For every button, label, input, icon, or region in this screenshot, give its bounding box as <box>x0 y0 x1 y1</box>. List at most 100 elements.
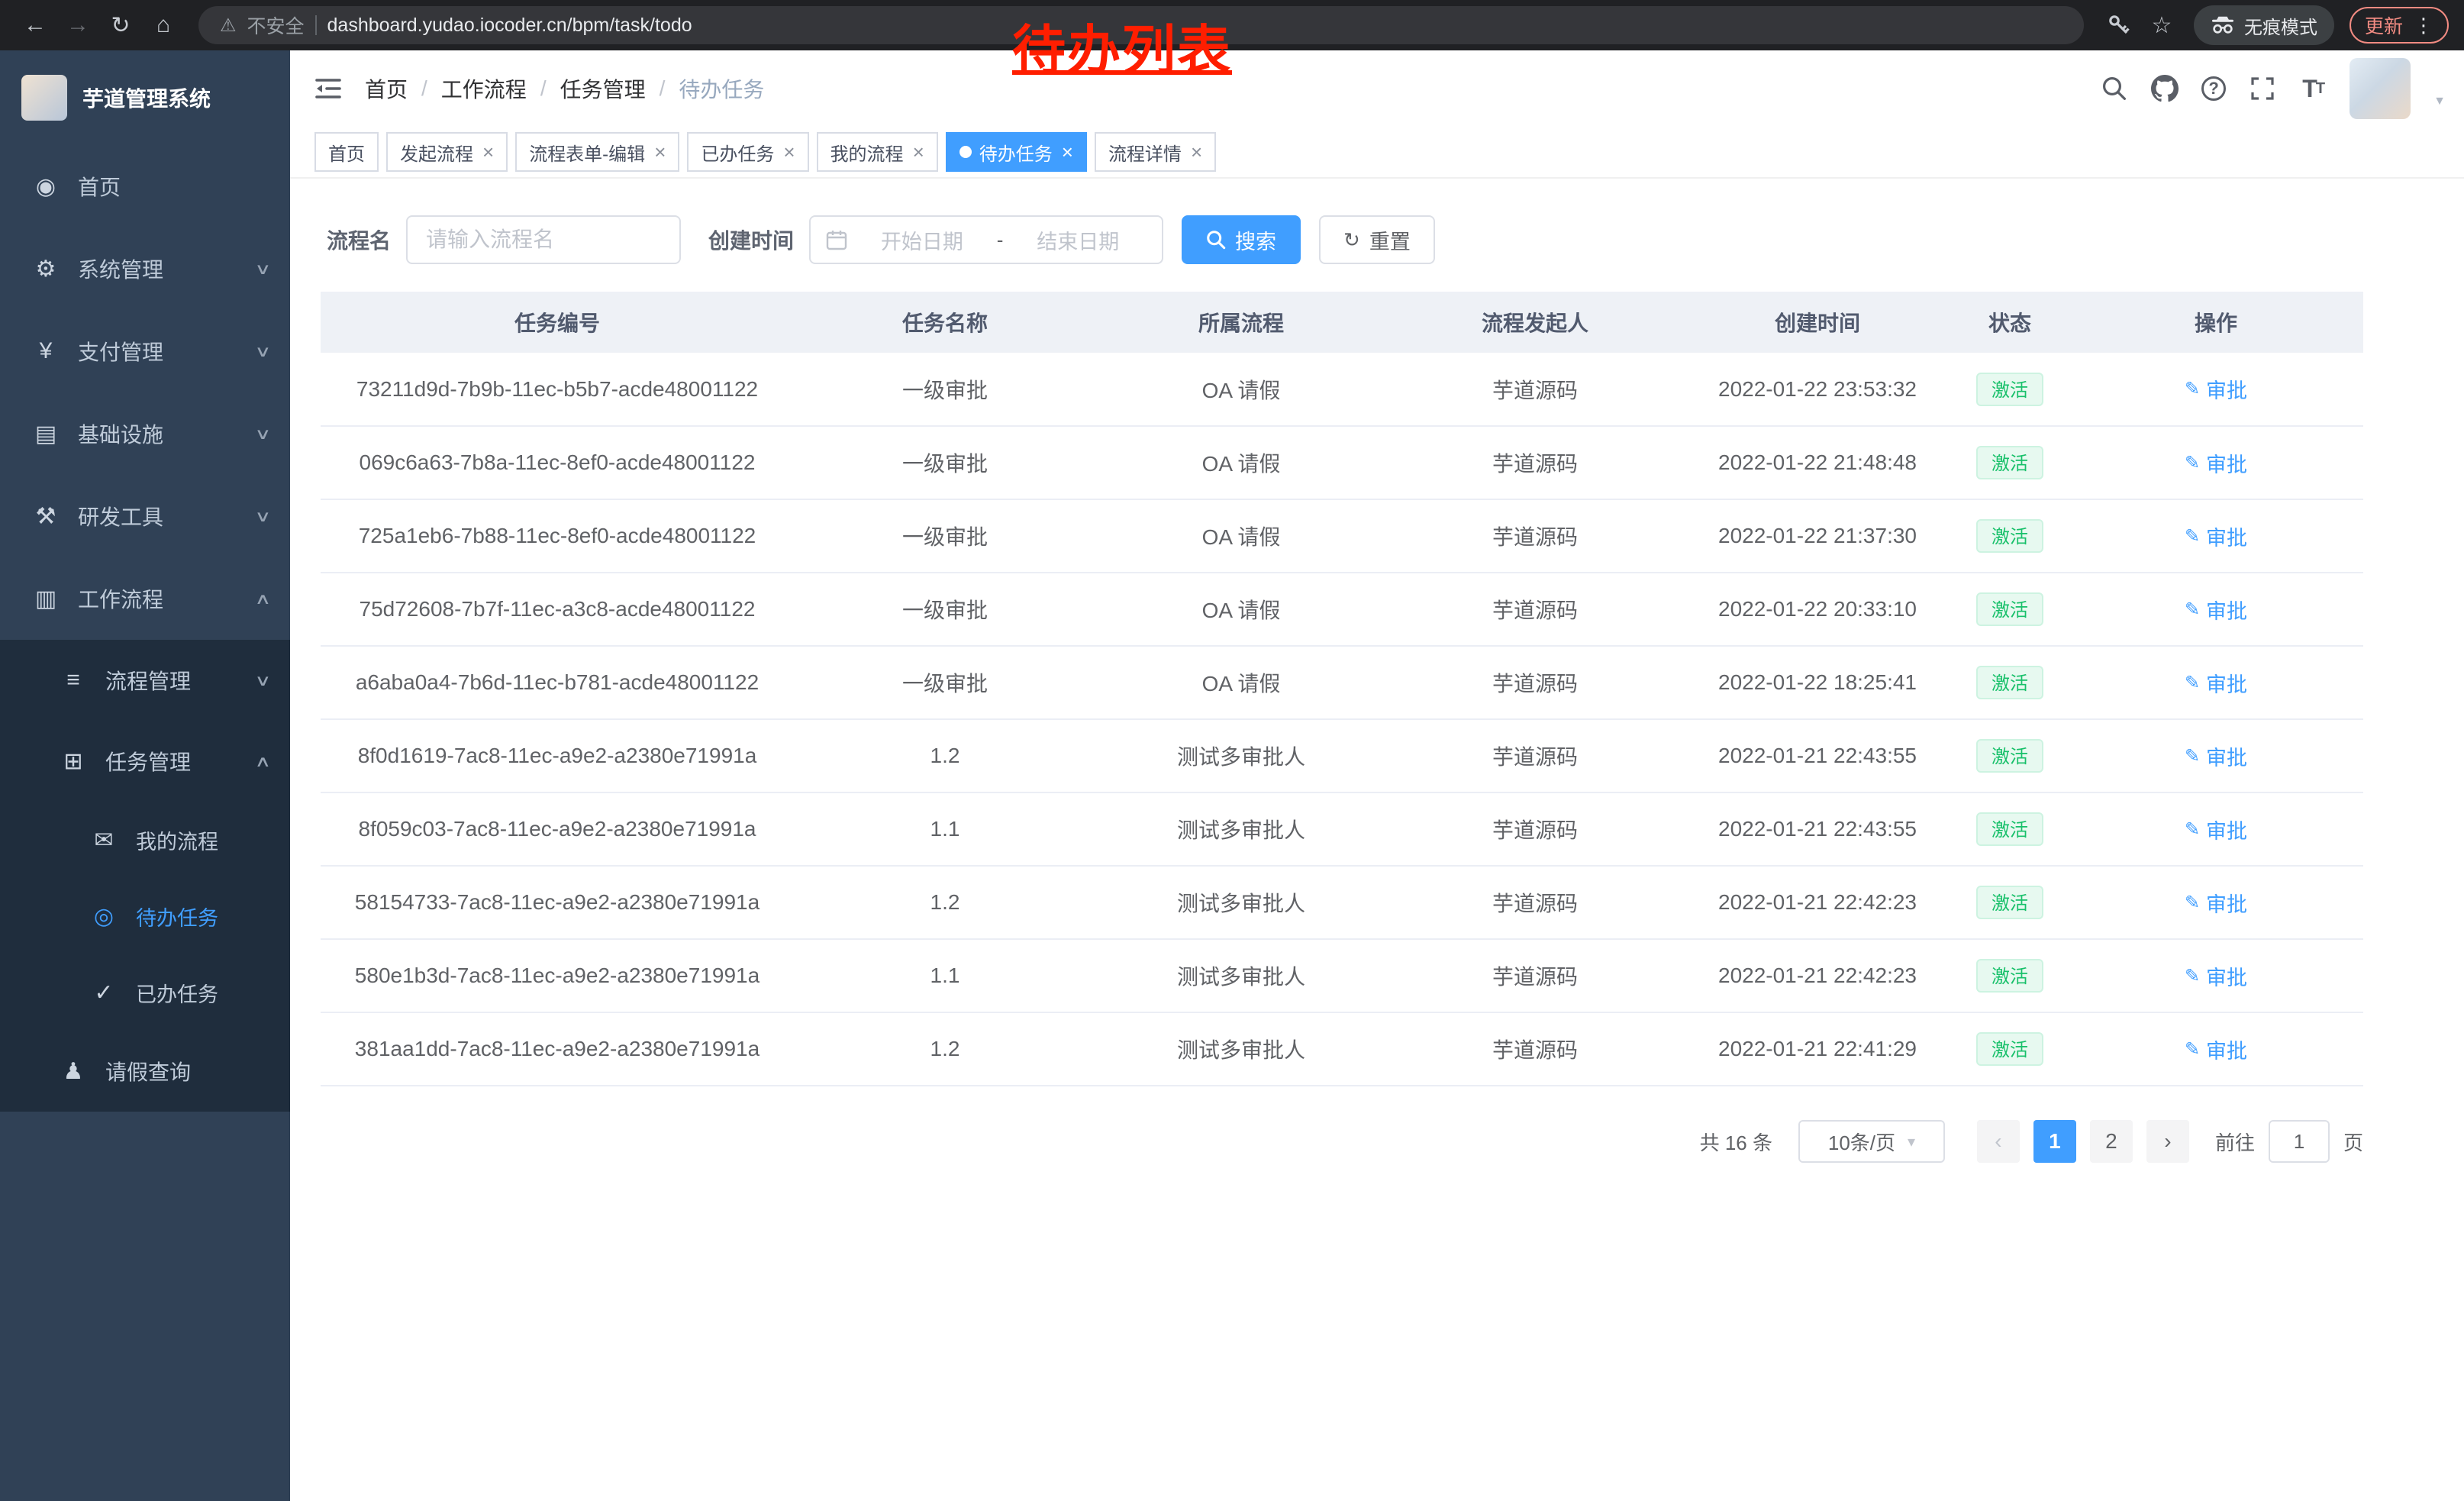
approve-link[interactable]: ✎审批 <box>2185 448 2247 478</box>
chevron-down-icon: ∨ <box>255 342 272 361</box>
tab-close-icon[interactable]: × <box>1062 142 1073 162</box>
page-button-2[interactable]: 2 <box>2090 1120 2133 1163</box>
sidebar-toggle-icon[interactable] <box>314 77 342 100</box>
sidebar-item-devtools[interactable]: ⚒ 研发工具 ∨ <box>0 475 290 557</box>
approve-link[interactable]: ✎审批 <box>2185 595 2247 625</box>
approve-link[interactable]: ✎审批 <box>2185 521 2247 551</box>
process-cell: OA 请假 <box>1096 646 1386 719</box>
process-name-input[interactable] <box>406 215 681 264</box>
tools-icon: ⚒ <box>27 503 64 530</box>
browser-menu-icon[interactable]: ⋮ <box>2414 14 2433 37</box>
sidebar-item-my-process[interactable]: ✉ 我的流程 <box>0 802 290 878</box>
sidebar-item-workflow[interactable]: ▥ 工作流程 ∧ <box>0 557 290 640</box>
breadcrumb: 首页 / 工作流程 / 任务管理 / 待办任务 <box>365 73 764 104</box>
next-page-button[interactable]: › <box>2146 1120 2189 1163</box>
tab-close-icon[interactable]: × <box>913 142 924 162</box>
approve-link[interactable]: ✎审批 <box>2185 1035 2247 1064</box>
tab-close-icon[interactable]: × <box>654 142 666 162</box>
sidebar-item-system[interactable]: ⚙ 系统管理 ∨ <box>0 228 290 310</box>
user-icon: ♟ <box>55 1058 92 1085</box>
sidebar-item-label: 研发工具 <box>78 501 163 531</box>
sidebar-item-infrastructure[interactable]: ▤ 基础设施 ∨ <box>0 392 290 475</box>
page-unit-label: 页 <box>2343 1128 2363 1156</box>
sidebar-item-payment[interactable]: ¥ 支付管理 ∨ <box>0 310 290 392</box>
tab-process-detail[interactable]: 流程详情 × <box>1095 132 1216 172</box>
tab-close-icon[interactable]: × <box>1191 142 1202 162</box>
tab-start-process[interactable]: 发起流程 × <box>386 132 508 172</box>
reload-icon[interactable]: ↻ <box>101 5 140 45</box>
github-icon[interactable] <box>2151 73 2179 104</box>
status-badge: 激活 <box>1976 446 2043 479</box>
sidebar-item-label: 已办任务 <box>136 978 218 1008</box>
sidebar-item-home[interactable]: ◉ 首页 <box>0 145 290 228</box>
help-icon[interactable]: ? <box>2201 76 2226 101</box>
tab-home[interactable]: 首页 <box>314 132 379 172</box>
chevron-down-icon: ∨ <box>255 424 272 444</box>
created-cell: 2022-01-21 22:43:55 <box>1684 719 1951 792</box>
approve-link[interactable]: ✎审批 <box>2185 815 2247 844</box>
approve-link[interactable]: ✎审批 <box>2185 668 2247 698</box>
action-cell: ✎审批 <box>2069 866 2363 939</box>
bookmark-star-icon[interactable]: ☆ <box>2142 5 2182 45</box>
search-icon[interactable] <box>2101 73 2128 104</box>
home-icon[interactable]: ⌂ <box>144 5 183 45</box>
sidebar-item-todo-tasks[interactable]: ◎ 待办任务 <box>0 878 290 954</box>
page-size-select[interactable]: 10条/页 ▾ <box>1798 1120 1945 1163</box>
tab-done-tasks[interactable]: 已办任务 × <box>687 132 808 172</box>
task-name-cell: 一级审批 <box>794 499 1096 573</box>
table-row: 8f0d1619-7ac8-11ec-a9e2-a2380e71991a 1.2… <box>321 719 2363 792</box>
approve-link-label: 审批 <box>2206 521 2247 551</box>
tab-close-icon[interactable]: × <box>783 142 795 162</box>
search-button[interactable]: 搜索 <box>1182 215 1301 264</box>
goto-page-input[interactable] <box>2269 1120 2330 1163</box>
edit-icon: ✎ <box>2185 452 2200 474</box>
reset-button[interactable]: ↻ 重置 <box>1319 215 1435 264</box>
tab-close-icon[interactable]: × <box>482 142 494 162</box>
approve-link-label: 审批 <box>2206 961 2247 991</box>
process-name-label: 流程名 <box>327 224 391 255</box>
initiator-cell: 芋道源码 <box>1386 573 1684 646</box>
tab-label: 待办任务 <box>979 139 1053 166</box>
approve-link[interactable]: ✎审批 <box>2185 741 2247 771</box>
sidebar-item-label: 请假查询 <box>105 1056 191 1086</box>
workflow-submenu: ≡ 流程管理 ∨ ⊞ 任务管理 ∧ ✉ 我的流程 ◎ <box>0 640 290 1112</box>
sidebar-item-label: 任务管理 <box>105 746 191 776</box>
initiator-cell: 芋道源码 <box>1386 353 1684 426</box>
task-id-cell: 580e1b3d-7ac8-11ec-a9e2-a2380e71991a <box>321 939 794 1012</box>
pagination: 共 16 条 10条/页 ▾ ‹ 1 2 › 前往 页 <box>321 1120 2363 1163</box>
breadcrumb-item-home[interactable]: 首页 <box>365 73 408 104</box>
forward-icon[interactable]: → <box>58 5 98 45</box>
approve-link[interactable]: ✎审批 <box>2185 888 2247 918</box>
avatar-caret-icon[interactable]: ▼ <box>2433 95 2446 108</box>
task-id-cell: 725a1eb6-7b88-11ec-8ef0-acde48001122 <box>321 499 794 573</box>
column-header-created: 创建时间 <box>1684 292 1951 353</box>
font-size-icon[interactable]: TT <box>2299 73 2327 104</box>
breadcrumb-item-workflow[interactable]: 工作流程 <box>441 73 527 104</box>
sidebar-item-done-tasks[interactable]: ✓ 已办任务 <box>0 954 290 1031</box>
breadcrumb-item-task-management[interactable]: 任务管理 <box>560 73 646 104</box>
approve-link[interactable]: ✎审批 <box>2185 961 2247 991</box>
tab-label: 流程详情 <box>1108 139 1182 166</box>
app-logo-block: 芋道管理系统 <box>0 50 290 145</box>
sidebar-item-process-management[interactable]: ≡ 流程管理 ∨ <box>0 640 290 721</box>
approve-link-label: 审批 <box>2206 741 2247 771</box>
task-name-cell: 1.2 <box>794 719 1096 792</box>
sidebar-item-task-management[interactable]: ⊞ 任务管理 ∧ <box>0 721 290 802</box>
update-button[interactable]: 更新 ⋮ <box>2350 7 2449 44</box>
tab-todo-tasks[interactable]: 待办任务 × <box>946 132 1087 172</box>
status-badge: 激活 <box>1976 739 2043 773</box>
chevron-down-icon: ∨ <box>255 507 272 526</box>
page-button-1[interactable]: 1 <box>2033 1120 2076 1163</box>
status-cell: 激活 <box>1951 646 2069 719</box>
task-id-cell: 8f059c03-7ac8-11ec-a9e2-a2380e71991a <box>321 792 794 866</box>
avatar[interactable] <box>2350 58 2411 119</box>
approve-link[interactable]: ✎审批 <box>2185 374 2247 404</box>
back-icon[interactable]: ← <box>15 5 55 45</box>
sidebar-item-leave-query[interactable]: ♟ 请假查询 <box>0 1031 290 1112</box>
tab-my-process[interactable]: 我的流程 × <box>817 132 938 172</box>
key-icon[interactable] <box>2099 5 2139 45</box>
prev-page-button[interactable]: ‹ <box>1977 1120 2020 1163</box>
date-range-picker[interactable]: 开始日期 - 结束日期 <box>809 215 1163 264</box>
fullscreen-icon[interactable] <box>2249 73 2276 104</box>
tab-form-edit[interactable]: 流程表单-编辑 × <box>515 132 679 172</box>
